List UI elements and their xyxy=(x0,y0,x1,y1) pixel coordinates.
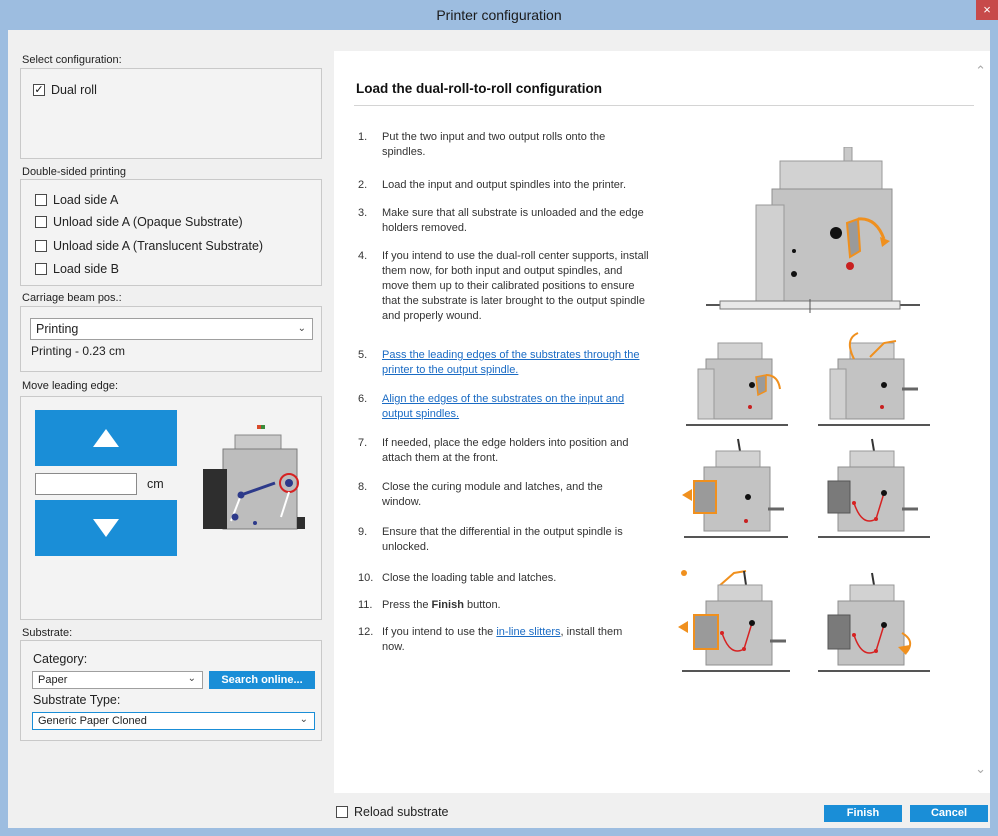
step-7: 7. If needed, place the edge holders int… xyxy=(358,437,629,464)
instructions-title: Load the dual-roll-to-roll configuration xyxy=(356,81,602,96)
carriage-beam-readout: Printing - 0.23 cm xyxy=(31,344,126,358)
illustration-pass-edges-right xyxy=(818,332,930,426)
printer-thumbnail-icon xyxy=(203,425,305,530)
unit-label: cm xyxy=(147,477,164,491)
load-side-b-checkbox[interactable] xyxy=(35,263,47,275)
leading-edge-input[interactable] xyxy=(35,473,137,495)
carriage-beam-select[interactable]: Printing ⌄ xyxy=(30,318,313,340)
close-button[interactable]: × xyxy=(976,0,998,20)
step-12: 12. If you intend to use the in-line sli… xyxy=(358,626,623,653)
dual-roll-checkbox[interactable]: ✓ xyxy=(33,84,45,96)
reload-substrate-checkbox[interactable] xyxy=(336,806,348,818)
step-3: 3. Make sure that all substrate is unloa… xyxy=(358,207,644,234)
step-8: 8. Close the curing module and latches, … xyxy=(358,481,603,508)
substrate-type-select[interactable]: Generic Paper Cloned ⌄ xyxy=(32,712,315,730)
move-leading-edge-label: Move leading edge: xyxy=(22,380,119,392)
category-select[interactable]: Paper ⌄ xyxy=(32,671,203,689)
move-up-button[interactable] xyxy=(35,410,177,466)
arrow-up-icon xyxy=(93,429,119,447)
load-side-a-label: Load side A xyxy=(53,193,119,207)
step-11: 11. Press the Finish button. xyxy=(358,599,501,611)
double-sided-group: Load side A Unload side A (Opaque Substr… xyxy=(20,179,322,286)
step-2: 2. Load the input and output spindles in… xyxy=(358,179,627,191)
unload-side-a-opaque-label: Unload side A (Opaque Substrate) xyxy=(53,215,243,229)
step-1: 1. Put the two input and two output roll… xyxy=(358,131,606,158)
dual-roll-option[interactable]: ✓ Dual roll xyxy=(33,79,97,101)
inline-slitters-link[interactable]: in-line slitters xyxy=(496,626,560,638)
illustration-pass-edges-left xyxy=(686,342,788,426)
unload-side-a-translucent-checkbox[interactable] xyxy=(35,240,47,252)
load-side-a-checkbox[interactable] xyxy=(35,194,47,206)
load-side-b-option[interactable]: Load side B xyxy=(35,258,119,280)
load-side-b-label: Load side B xyxy=(53,262,120,276)
move-down-button[interactable] xyxy=(35,500,177,556)
arrow-down-icon xyxy=(93,519,119,537)
title-bar[interactable]: Printer configuration × xyxy=(0,0,998,30)
substrate-group: Category: Paper ⌄ Search online... Subst… xyxy=(20,640,322,741)
unload-side-a-translucent-option[interactable]: Unload side A (Translucent Substrate) xyxy=(35,235,263,257)
step-10: 10. Close the loading table and latches. xyxy=(358,572,557,584)
instructions-panel[interactable]: ⌃ Load the dual-roll-to-roll configurati… xyxy=(334,51,990,793)
category-label: Category: xyxy=(33,652,88,666)
scroll-up-icon[interactable]: ⌃ xyxy=(975,63,986,79)
cancel-button[interactable]: Cancel xyxy=(910,805,988,822)
illustration-close-left xyxy=(678,570,790,672)
printer-dual-roll-illustration xyxy=(706,147,920,313)
step-4: 4. If you intend to use the dual-roll ce… xyxy=(358,250,649,322)
illustration-close-right xyxy=(818,572,930,672)
step-6: 6. Align the edges of the substrates on … xyxy=(358,392,652,422)
load-side-a-option[interactable]: Load side A xyxy=(35,189,118,211)
dual-roll-label: Dual roll xyxy=(51,83,97,97)
reload-substrate-option[interactable]: Reload substrate xyxy=(336,805,449,819)
substrate-type-selected: Generic Paper Cloned xyxy=(38,715,147,727)
finish-button[interactable]: Finish xyxy=(824,805,902,822)
illustration-edge-holders-right xyxy=(818,438,930,538)
scroll-down-icon[interactable]: ⌄ xyxy=(975,761,986,777)
carriage-beam-group: Printing ⌄ Printing - 0.23 cm xyxy=(20,306,322,372)
pass-leading-edges-link[interactable]: Pass the leading edges of the substrates… xyxy=(382,348,652,378)
category-selected: Paper xyxy=(38,674,68,686)
illustration-edge-holders-left xyxy=(682,438,788,538)
window-title: Printer configuration xyxy=(436,7,562,23)
chevron-down-icon: ⌄ xyxy=(299,714,308,725)
configuration-group: ✓ Dual roll xyxy=(20,68,322,159)
unload-side-a-translucent-label: Unload side A (Translucent Substrate) xyxy=(53,239,264,253)
carriage-beam-selected: Printing xyxy=(36,322,79,336)
step-9: 9. Ensure that the differential in the o… xyxy=(358,526,623,553)
unload-side-a-opaque-checkbox[interactable] xyxy=(35,216,47,228)
unload-side-a-opaque-option[interactable]: Unload side A (Opaque Substrate) xyxy=(35,211,243,233)
chevron-down-icon: ⌄ xyxy=(297,323,306,334)
search-online-button[interactable]: Search online... xyxy=(209,671,315,689)
align-edges-link[interactable]: Align the edges of the substrates on the… xyxy=(382,392,652,422)
reload-substrate-label: Reload substrate xyxy=(354,805,449,819)
title-divider xyxy=(354,105,974,106)
chevron-down-icon: ⌄ xyxy=(187,673,196,684)
substrate-type-label: Substrate Type: xyxy=(33,693,121,707)
step-5: 5. Pass the leading edges of the substra… xyxy=(358,348,652,378)
move-leading-edge-group: cm xyxy=(20,396,322,620)
